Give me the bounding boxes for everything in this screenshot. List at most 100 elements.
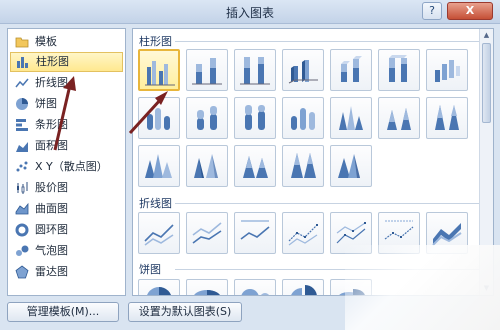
chart-type-clustered-cylinder[interactable] bbox=[138, 97, 180, 139]
chart-type-stacked-column[interactable] bbox=[186, 49, 228, 91]
manage-templates-button[interactable]: 管理模板(M)... bbox=[7, 302, 119, 322]
chart-type-3d-pyramid[interactable] bbox=[330, 145, 372, 187]
chart-type-100-stacked-cone[interactable] bbox=[426, 97, 468, 139]
stacked-column-icon bbox=[192, 58, 222, 85]
area-chart-icon bbox=[16, 142, 28, 152]
pie-icon bbox=[147, 287, 171, 295]
category-label: 圆环图 bbox=[35, 223, 68, 236]
bubble-chart-icon bbox=[16, 245, 29, 256]
3d-column-icon bbox=[435, 60, 460, 82]
section-line: 折线图 bbox=[139, 195, 479, 211]
chart-type-stacked-pyramid[interactable] bbox=[234, 145, 276, 187]
section-column: 柱形图 bbox=[139, 33, 479, 49]
chart-type-clustered-column[interactable] bbox=[138, 49, 180, 91]
chart-type-100-stacked-pyramid[interactable] bbox=[282, 145, 324, 187]
category-radar[interactable]: 雷达图 bbox=[10, 262, 123, 282]
chart-type-stacked-line[interactable] bbox=[186, 212, 228, 254]
folder-icon bbox=[15, 37, 29, 48]
category-bar[interactable]: 条形图 bbox=[10, 115, 123, 135]
surface-chart-icon bbox=[15, 202, 29, 215]
stacked-pyramid-icon bbox=[243, 156, 268, 178]
category-label: 条形图 bbox=[35, 118, 68, 131]
category-line[interactable]: 折线图 bbox=[10, 73, 123, 93]
category-bubble[interactable]: 气泡图 bbox=[10, 241, 123, 261]
chart-type-clustered-cone[interactable] bbox=[330, 97, 372, 139]
stacked-cylinder-icon bbox=[197, 106, 217, 130]
title-bar: 插入图表 ? X bbox=[0, 0, 500, 24]
section-title: 折线图 bbox=[139, 197, 176, 210]
percent-stacked-column-icon bbox=[240, 57, 270, 85]
clustered-pyramid-icon bbox=[194, 154, 218, 178]
watermark-fade bbox=[345, 245, 500, 330]
chart-type-line[interactable] bbox=[138, 212, 180, 254]
help-button[interactable]: ? bbox=[422, 2, 442, 20]
clustered-cylinder-icon bbox=[147, 108, 170, 130]
category-label: 股价图 bbox=[35, 181, 68, 194]
exploded-pie-icon bbox=[291, 285, 317, 295]
3d-clustered-column-icon bbox=[288, 60, 318, 84]
scroll-thumb[interactable] bbox=[482, 43, 491, 123]
line-icon bbox=[144, 224, 174, 246]
percent-stacked-pyramid-icon bbox=[291, 153, 316, 178]
category-label: 饼图 bbox=[35, 97, 57, 110]
chart-type-pie[interactable] bbox=[138, 279, 180, 295]
chart-type-3d-column[interactable] bbox=[426, 49, 468, 91]
clustered-column-icon bbox=[145, 61, 175, 86]
category-pie[interactable]: 饼图 bbox=[10, 94, 123, 114]
chart-type-3d-cone[interactable] bbox=[138, 145, 180, 187]
chart-type-exploded-pie[interactable] bbox=[282, 279, 324, 295]
radar-chart-icon bbox=[15, 265, 29, 279]
scroll-up-icon[interactable]: ▲ bbox=[481, 30, 492, 41]
category-label: 面积图 bbox=[35, 139, 68, 152]
clustered-cone-icon bbox=[339, 106, 363, 130]
category-label: 折线图 bbox=[35, 76, 68, 89]
pie-of-pie-icon bbox=[241, 289, 269, 295]
percent-stacked-line-icon bbox=[240, 220, 270, 240]
chart-type-3d-stacked-column[interactable] bbox=[330, 49, 372, 91]
category-surface[interactable]: 曲面图 bbox=[10, 199, 123, 219]
column-chart-icon bbox=[17, 57, 28, 68]
3d-pyramid-icon bbox=[338, 154, 360, 178]
chart-type-3d-clustered-column[interactable] bbox=[282, 49, 324, 91]
pie-chart-icon bbox=[16, 98, 28, 110]
chart-type-100-stacked-column[interactable] bbox=[234, 49, 276, 91]
chart-type-3d-100-stacked-column[interactable] bbox=[378, 49, 420, 91]
scatter-chart-icon bbox=[16, 161, 28, 172]
stacked-line-icon bbox=[192, 222, 222, 244]
chart-type-line-with-markers[interactable] bbox=[282, 212, 324, 254]
percent-stacked-cone-icon bbox=[435, 105, 459, 130]
3d-pie-icon bbox=[194, 290, 220, 295]
3d-stacked-column-icon bbox=[341, 56, 362, 82]
set-default-chart-button[interactable]: 设置为默认图表(S) bbox=[128, 302, 242, 322]
chart-type-stacked-cone[interactable] bbox=[378, 97, 420, 139]
chart-type-100-stacked-line[interactable] bbox=[234, 212, 276, 254]
3d-cylinder-icon bbox=[291, 108, 315, 130]
category-doughnut[interactable]: 圆环图 bbox=[10, 220, 123, 240]
category-area[interactable]: 面积图 bbox=[10, 136, 123, 156]
stock-chart-icon bbox=[17, 182, 28, 194]
close-button[interactable]: X bbox=[447, 2, 493, 20]
line-chart-icon bbox=[15, 78, 29, 88]
chart-type-clustered-pyramid[interactable] bbox=[186, 145, 228, 187]
chart-type-100-stacked-cylinder[interactable] bbox=[234, 97, 276, 139]
chart-category-list: 模板 柱形图 折线图 饼图 条形图 面积图 X Y（散点图） 股价图 曲面图 圆… bbox=[7, 28, 126, 296]
line-markers-icon bbox=[288, 224, 318, 246]
bar-chart-icon bbox=[16, 119, 28, 131]
category-column[interactable]: 柱形图 bbox=[10, 52, 123, 72]
chart-type-3d-pie[interactable] bbox=[186, 279, 228, 295]
3d-cone-icon bbox=[145, 154, 172, 178]
stacked-cone-icon bbox=[387, 108, 411, 130]
category-label: 柱形图 bbox=[36, 55, 69, 68]
chart-type-pie-of-pie[interactable] bbox=[234, 279, 276, 295]
category-label: 雷达图 bbox=[35, 265, 68, 278]
3d-percent-stacked-column-icon bbox=[389, 55, 407, 82]
category-label: 模板 bbox=[35, 35, 57, 48]
category-scatter[interactable]: X Y（散点图） bbox=[10, 157, 123, 177]
chart-type-stacked-cylinder[interactable] bbox=[186, 97, 228, 139]
section-title: 饼图 bbox=[139, 263, 165, 276]
section-title: 柱形图 bbox=[139, 35, 176, 48]
category-stock[interactable]: 股价图 bbox=[10, 178, 123, 198]
category-templates[interactable]: 模板 bbox=[10, 32, 123, 52]
chart-type-3d-cylinder[interactable] bbox=[282, 97, 324, 139]
percent-stacked-cylinder-icon bbox=[245, 105, 265, 130]
